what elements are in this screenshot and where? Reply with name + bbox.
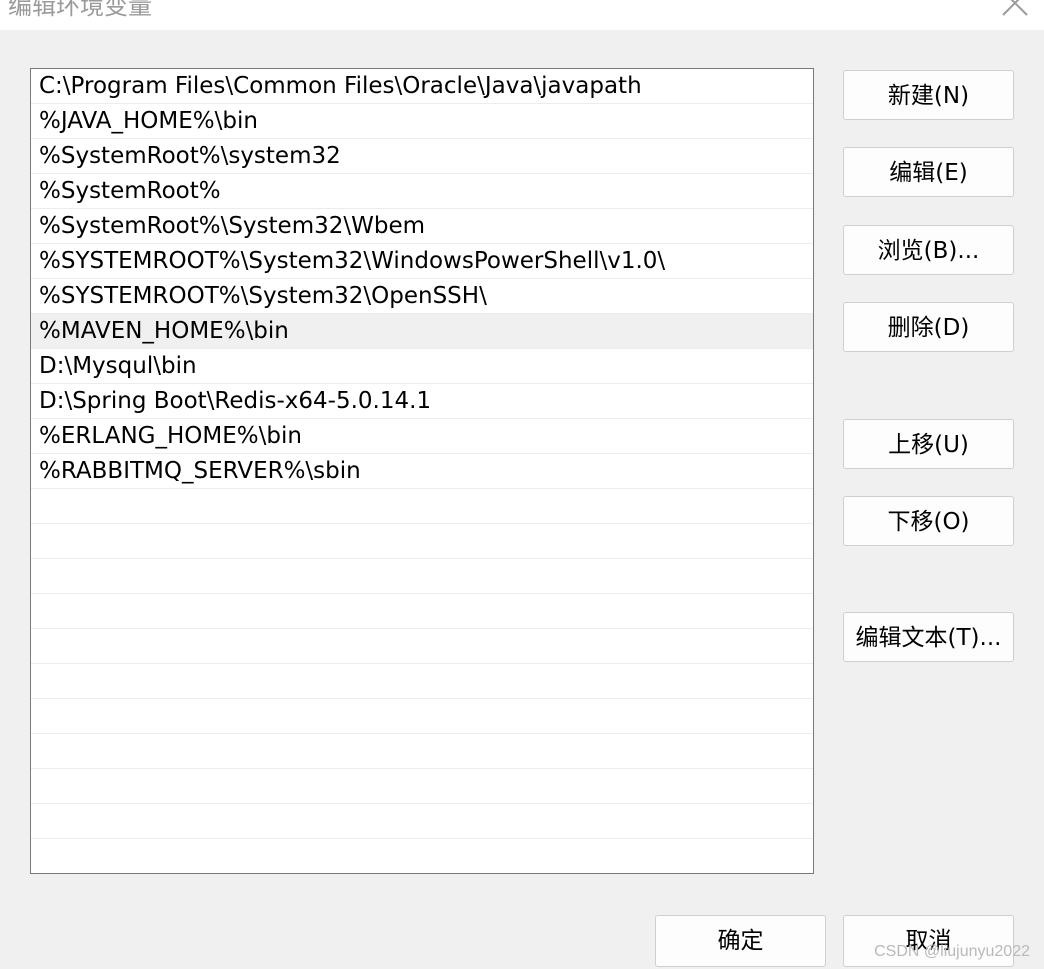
- edit-environment-variable-dialog: 编辑环境变量 C:\Program Files\Common Files\Ora…: [0, 0, 1044, 969]
- list-item[interactable]: %SystemRoot%\System32\Wbem: [31, 209, 813, 244]
- list-item[interactable]: %SYSTEMROOT%\System32\WindowsPowerShell\…: [31, 244, 813, 279]
- path-entries-list[interactable]: C:\Program Files\Common Files\Oracle\Jav…: [30, 68, 814, 874]
- delete-button[interactable]: 删除(D): [843, 302, 1014, 352]
- list-item[interactable]: %SystemRoot%: [31, 174, 813, 209]
- list-item-empty[interactable]: [31, 839, 813, 873]
- close-icon[interactable]: [1000, 0, 1030, 18]
- list-item-empty[interactable]: [31, 804, 813, 839]
- watermark: CSDN @liujunyu2022: [874, 943, 1030, 960]
- list-item[interactable]: %SystemRoot%\system32: [31, 139, 813, 174]
- list-item-empty[interactable]: [31, 699, 813, 734]
- list-item-empty[interactable]: [31, 769, 813, 804]
- list-item[interactable]: D:\Spring Boot\Redis-x64-5.0.14.1: [31, 384, 813, 419]
- move-down-button[interactable]: 下移(O): [843, 496, 1014, 546]
- move-up-button[interactable]: 上移(U): [843, 419, 1014, 469]
- ok-button[interactable]: 确定: [655, 915, 826, 967]
- list-item-empty[interactable]: [31, 489, 813, 524]
- list-item[interactable]: %ERLANG_HOME%\bin: [31, 419, 813, 454]
- list-item[interactable]: C:\Program Files\Common Files\Oracle\Jav…: [31, 69, 813, 104]
- edit-text-button[interactable]: 编辑文本(T)...: [843, 612, 1014, 662]
- list-item[interactable]: %RABBITMQ_SERVER%\sbin: [31, 454, 813, 489]
- new-button[interactable]: 新建(N): [843, 70, 1014, 120]
- list-item[interactable]: %JAVA_HOME%\bin: [31, 104, 813, 139]
- window-title: 编辑环境变量: [8, 0, 152, 20]
- list-item-empty[interactable]: [31, 594, 813, 629]
- list-item-empty[interactable]: [31, 559, 813, 594]
- list-item-empty[interactable]: [31, 734, 813, 769]
- list-item[interactable]: %SYSTEMROOT%\System32\OpenSSH\: [31, 279, 813, 314]
- browse-button[interactable]: 浏览(B)...: [843, 225, 1014, 275]
- title-bar: 编辑环境变量: [0, 0, 1044, 30]
- list-item-selected[interactable]: %MAVEN_HOME%\bin: [31, 314, 813, 349]
- list-item-empty[interactable]: [31, 629, 813, 664]
- list-item-empty[interactable]: [31, 664, 813, 699]
- list-item[interactable]: D:\Mysqul\bin: [31, 349, 813, 384]
- list-item-empty[interactable]: [31, 524, 813, 559]
- edit-button[interactable]: 编辑(E): [843, 147, 1014, 197]
